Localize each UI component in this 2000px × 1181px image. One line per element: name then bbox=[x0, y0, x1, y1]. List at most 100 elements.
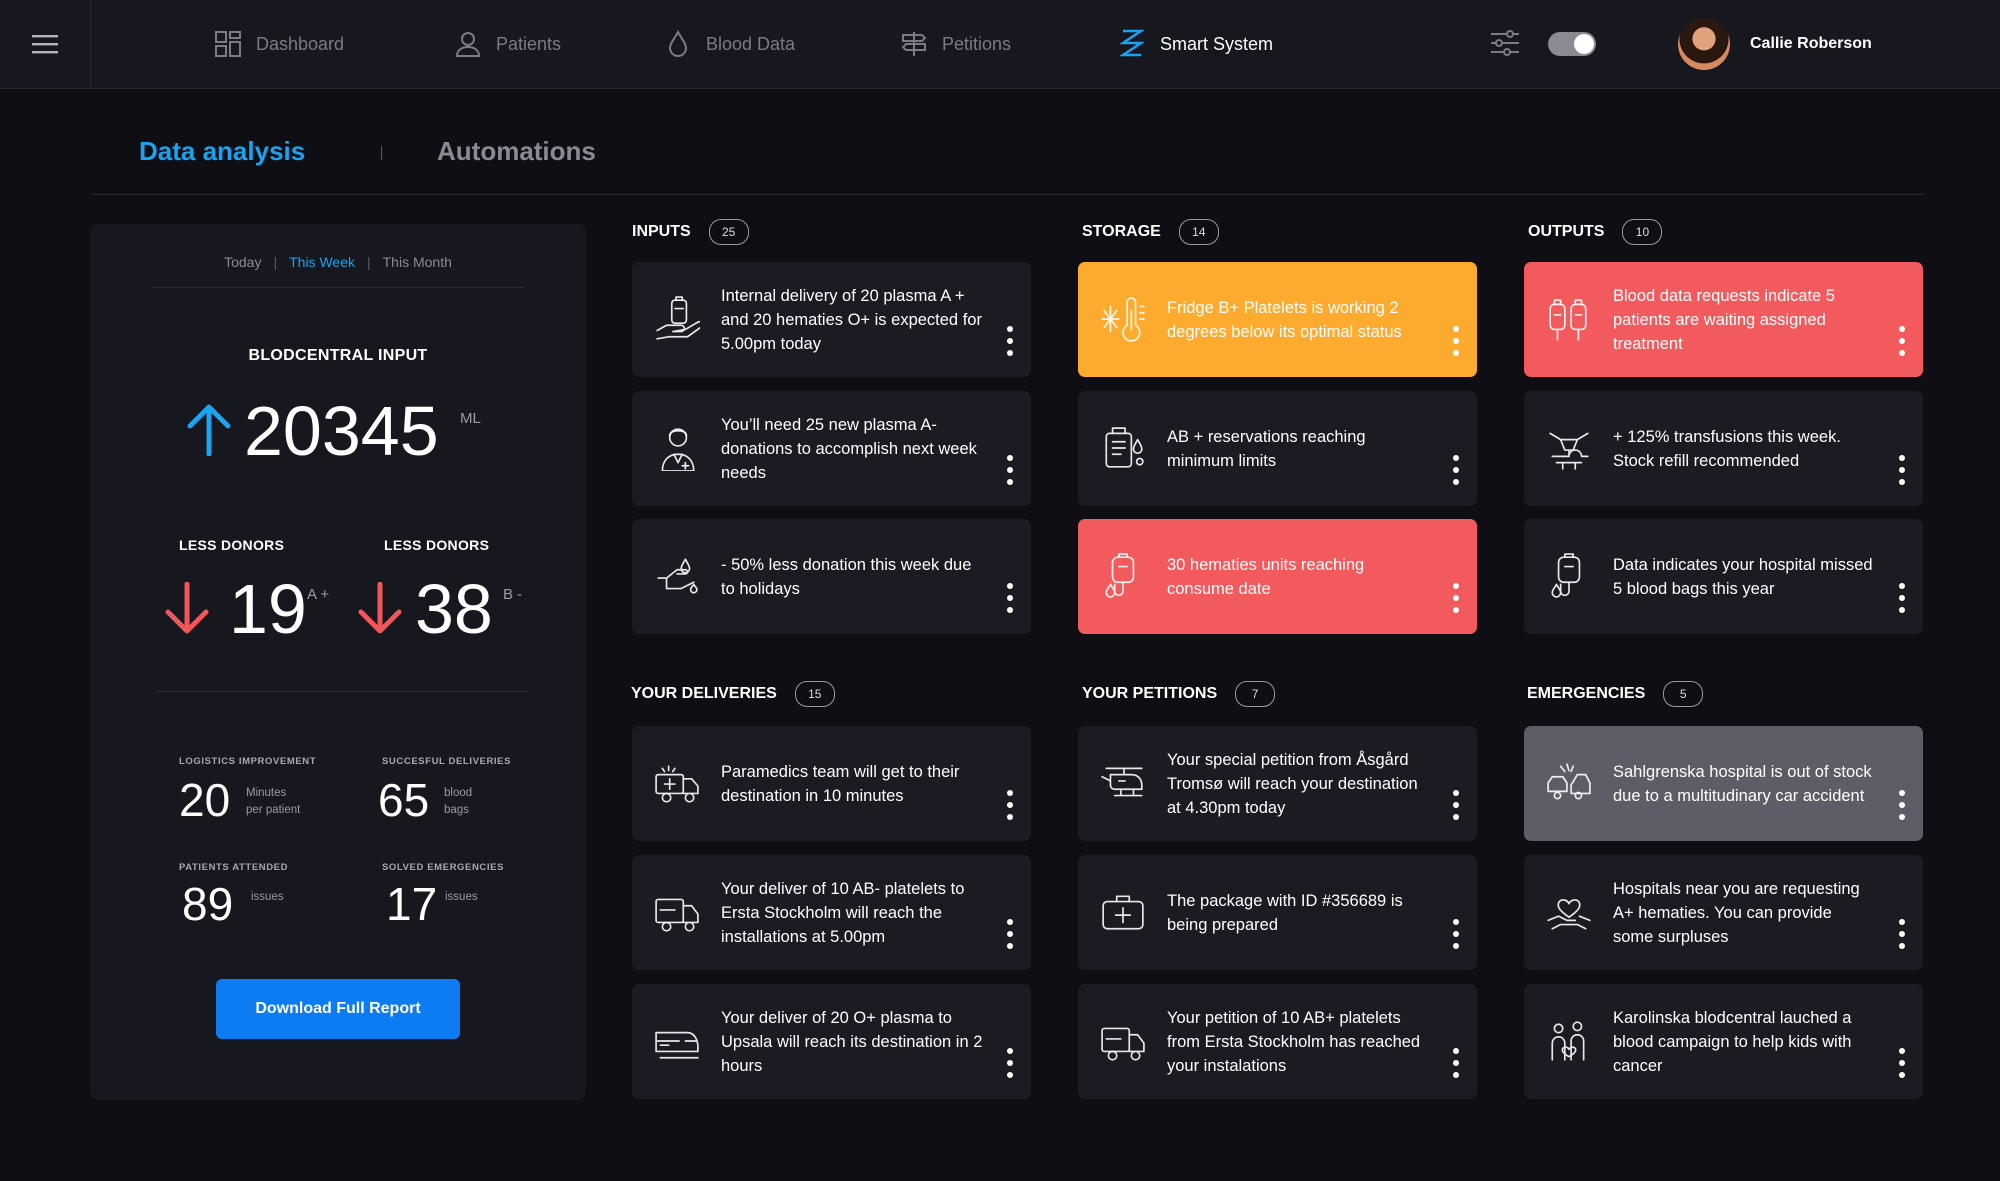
period-this-week[interactable]: This Week bbox=[289, 254, 355, 270]
more-options-icon[interactable] bbox=[1007, 790, 1013, 820]
notification-card[interactable]: Fridge B+ Platelets is working 2 degrees… bbox=[1078, 262, 1477, 377]
period-selector: Today | This Week | This Month bbox=[90, 254, 586, 270]
user-name[interactable]: Callie Roberson bbox=[1750, 0, 1872, 88]
section-your-deliveries: YOUR DELIVERIES 15 bbox=[631, 681, 835, 707]
notification-card[interactable]: Hospitals near you are requesting A+ hem… bbox=[1524, 855, 1923, 970]
period-today[interactable]: Today bbox=[224, 254, 261, 270]
divider bbox=[156, 691, 528, 692]
more-options-icon[interactable] bbox=[1899, 583, 1905, 613]
notification-card[interactable]: Your special petition from Åsgård Tromsø… bbox=[1078, 726, 1477, 841]
more-options-icon[interactable] bbox=[1453, 919, 1459, 949]
section-title: OUTPUTS bbox=[1528, 223, 1605, 240]
tab-divider bbox=[381, 146, 382, 160]
more-options-icon[interactable] bbox=[1453, 790, 1459, 820]
ambulance-icon bbox=[654, 760, 700, 806]
hamburger-icon bbox=[32, 35, 58, 54]
notification-card[interactable]: AB + reservations reaching minimum limit… bbox=[1078, 391, 1477, 506]
count-badge: 25 bbox=[708, 219, 749, 245]
more-options-icon[interactable] bbox=[1007, 919, 1013, 949]
more-options-icon[interactable] bbox=[1453, 326, 1459, 356]
more-options-icon[interactable] bbox=[1007, 1048, 1013, 1078]
more-options-icon[interactable] bbox=[1899, 790, 1905, 820]
notification-card[interactable]: Sahlgrenska hospital is out of stock due… bbox=[1524, 726, 1923, 841]
nav-dashboard[interactable]: Dashboard bbox=[214, 0, 344, 88]
donor-value: 19 bbox=[229, 570, 307, 648]
theme-toggle[interactable] bbox=[1548, 32, 1596, 56]
more-options-icon[interactable] bbox=[1007, 455, 1013, 485]
count-badge: 7 bbox=[1235, 681, 1276, 707]
donor-blood-type: B - bbox=[503, 586, 523, 603]
iv-bag-icon bbox=[1546, 553, 1592, 599]
nav-patients[interactable]: Patients bbox=[454, 0, 561, 88]
notification-card[interactable]: Paramedics team will get to their destin… bbox=[632, 726, 1031, 841]
filter-settings-icon[interactable] bbox=[1490, 30, 1520, 61]
car-accident-icon bbox=[1546, 760, 1592, 806]
nav-smart-system[interactable]: Smart System bbox=[1118, 0, 1273, 88]
notification-card[interactable]: + 125% transfusions this week. Stock ref… bbox=[1524, 391, 1923, 506]
card-text: Your petition of 10 AB+ platelets from E… bbox=[1167, 1008, 1421, 1075]
notification-card[interactable]: Your petition of 10 AB+ platelets from E… bbox=[1078, 984, 1477, 1099]
more-options-icon[interactable] bbox=[1453, 1048, 1459, 1078]
blood-bags-icon bbox=[1546, 296, 1592, 342]
input-unit: ML bbox=[460, 410, 481, 427]
notification-card[interactable]: Internal delivery of 20 plasma A + and 2… bbox=[632, 262, 1031, 377]
notification-card[interactable]: 30 hematies units reaching consume date bbox=[1078, 519, 1477, 634]
notification-card[interactable]: Karolinska blodcentral lauched a blood c… bbox=[1524, 984, 1923, 1099]
count-badge: 5 bbox=[1663, 681, 1704, 707]
more-options-icon[interactable] bbox=[1007, 583, 1013, 613]
donor-value: 38 bbox=[415, 570, 493, 648]
arrow-down-icon bbox=[165, 582, 209, 634]
medical-kit-icon bbox=[1100, 889, 1146, 935]
more-options-icon[interactable] bbox=[1899, 1048, 1905, 1078]
more-options-icon[interactable] bbox=[1453, 583, 1459, 613]
helicopter-icon bbox=[1100, 760, 1146, 806]
blood-bag-hand-icon bbox=[654, 296, 704, 342]
metric-unit: issues bbox=[251, 891, 284, 903]
more-options-icon[interactable] bbox=[1899, 326, 1905, 356]
metric-label: PATIENTS ATTENDED bbox=[179, 862, 289, 873]
tab-automations[interactable]: Automations bbox=[437, 136, 596, 167]
section-inputs: INPUTS 25 bbox=[632, 219, 749, 245]
card-text: + 125% transfusions this week. Stock ref… bbox=[1613, 427, 1841, 470]
nav-petitions[interactable]: Petitions bbox=[900, 0, 1011, 88]
dna-icon bbox=[1118, 29, 1146, 58]
tab-data-analysis[interactable]: Data analysis bbox=[139, 136, 305, 167]
more-options-icon[interactable] bbox=[1007, 326, 1013, 356]
signpost-icon bbox=[900, 30, 928, 58]
metric-value: 89 bbox=[182, 878, 234, 930]
download-report-button[interactable]: Download Full Report bbox=[216, 979, 460, 1039]
notification-card[interactable]: Your deliver of 20 O+ plasma to Upsala w… bbox=[632, 984, 1031, 1099]
more-options-icon[interactable] bbox=[1899, 919, 1905, 949]
more-options-icon[interactable] bbox=[1453, 455, 1459, 485]
more-options-icon[interactable] bbox=[1899, 455, 1905, 485]
notification-card[interactable]: You’ll need 25 new plasma A- donations t… bbox=[632, 391, 1031, 506]
doctor-icon bbox=[654, 425, 700, 472]
metric-label: SOLVED EMERGENCIES bbox=[382, 862, 505, 873]
section-outputs: OUTPUTS 10 bbox=[1528, 219, 1663, 245]
donor-label: LESS DONORS bbox=[384, 537, 490, 553]
donor-label: LESS DONORS bbox=[179, 537, 285, 553]
period-this-month[interactable]: This Month bbox=[383, 254, 452, 270]
user-icon bbox=[454, 30, 482, 58]
divider bbox=[152, 287, 524, 288]
notification-card[interactable]: Data indicates your hospital missed 5 bl… bbox=[1524, 519, 1923, 634]
avatar[interactable] bbox=[1678, 18, 1730, 70]
toggle-knob bbox=[1574, 34, 1594, 54]
menu-button[interactable] bbox=[0, 0, 91, 88]
count-badge: 10 bbox=[1622, 219, 1663, 245]
nav-blood-data[interactable]: Blood Data bbox=[664, 0, 795, 88]
notification-card[interactable]: The package with ID #356689 is being pre… bbox=[1078, 855, 1477, 970]
section-title: EMERGENCIES bbox=[1527, 685, 1646, 702]
nav-label: Patients bbox=[496, 33, 562, 54]
card-text: Karolinska blodcentral lauched a blood c… bbox=[1613, 1008, 1852, 1075]
iv-bag-icon bbox=[1100, 553, 1146, 599]
card-text: Your special petition from Åsgård Tromsø… bbox=[1167, 750, 1418, 817]
notification-card[interactable]: Blood data requests indicate 5 patients … bbox=[1524, 262, 1923, 377]
section-title: YOUR PETITIONS bbox=[1082, 685, 1218, 702]
notification-card[interactable]: - 50% less donation this week due to hol… bbox=[632, 519, 1031, 634]
thermometer-snow-icon bbox=[1100, 296, 1146, 342]
notification-card[interactable]: Your deliver of 10 AB- platelets to Erst… bbox=[632, 855, 1031, 970]
section-storage: STORAGE 14 bbox=[1082, 219, 1219, 245]
card-text: Fridge B+ Platelets is working 2 degrees… bbox=[1167, 298, 1402, 341]
card-text: Internal delivery of 20 plasma A + and 2… bbox=[721, 286, 982, 353]
